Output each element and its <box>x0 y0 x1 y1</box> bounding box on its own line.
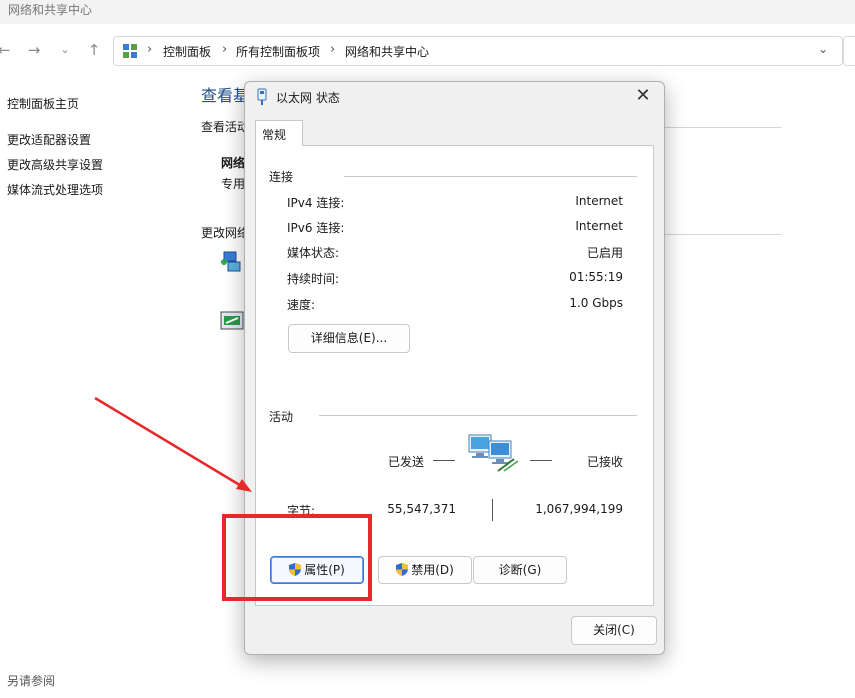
annotation-arrow-icon <box>94 396 252 492</box>
annotation-highlight-box <box>222 514 372 601</box>
